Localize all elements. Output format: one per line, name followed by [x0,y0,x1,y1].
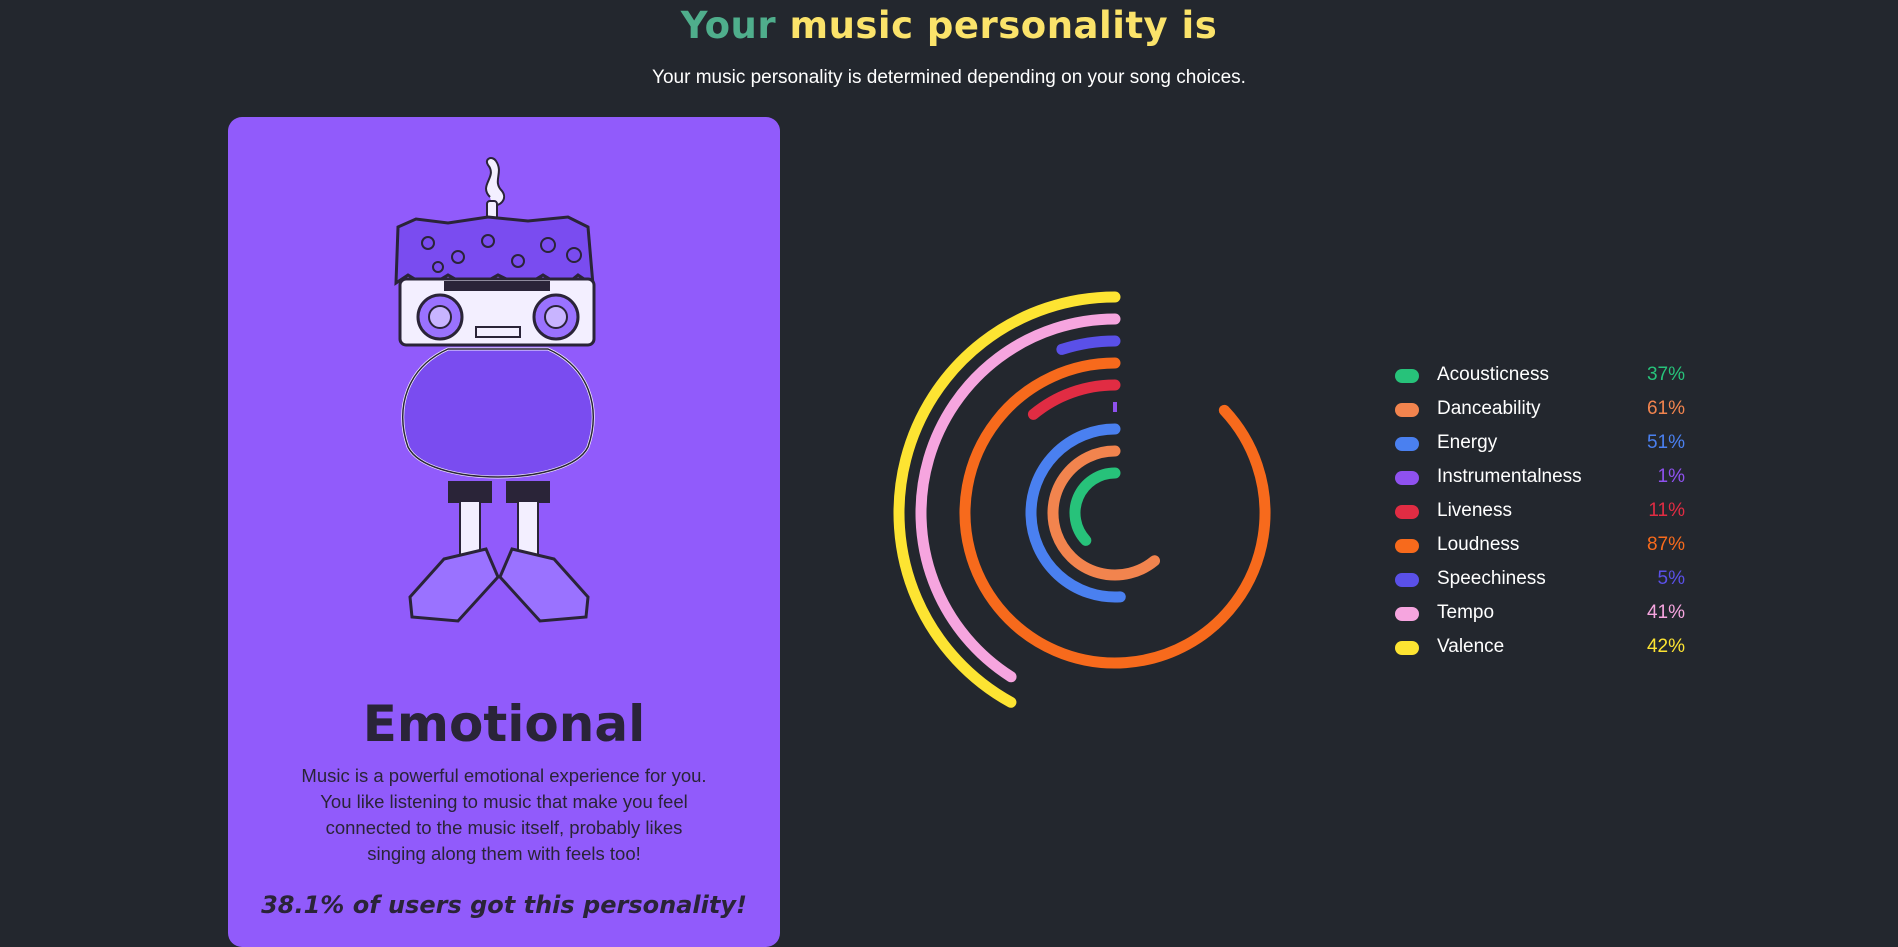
legend-label: Acousticness [1437,364,1549,385]
legend-label: Liveness [1437,500,1512,521]
chart-legend: Acousticness 37% Danceability 61% Energy 51% I… [1395,360,1685,666]
chart-bar-acousticness [1069,467,1121,546]
legend-value: 41% [1646,602,1685,623]
legend-value: 51% [1646,432,1685,453]
legend-label: Loudness [1437,534,1520,555]
legend-swatch [1395,539,1419,553]
legend-label: Energy [1437,432,1498,453]
personality-stat: 38.1% of users got this personality! [261,891,747,919]
legend-item: Danceability 61% [1395,394,1685,428]
legend-swatch [1395,573,1419,587]
legend-value: 87% [1646,534,1685,555]
legend-item: Acousticness 37% [1395,360,1685,394]
legend-swatch [1395,505,1419,519]
legend-swatch [1395,403,1419,417]
legend-item: Liveness 11% [1395,496,1685,530]
legend-value: 11% [1648,500,1685,521]
page-title: Your music personality is [0,4,1898,47]
page-subtitle: Your music personality is determined dep… [652,67,1246,88]
personality-description: Music is a powerful emotional experience… [301,765,707,864]
legend-label: Instrumentalness [1437,466,1582,487]
page-title-part1: Your [680,4,777,47]
legend-label: Speechiness [1437,568,1546,589]
chart-bar-liveness [1027,379,1121,420]
legend-label: Tempo [1437,602,1495,623]
page-title-part2: music personality is [789,4,1218,47]
legend-swatch [1395,471,1419,485]
legend-item: Valence 42% [1395,632,1685,666]
personality-title: Emotional [362,695,646,753]
legend-swatch [1395,607,1419,621]
legend-item: Energy 51% [1395,428,1685,462]
legend-value: 42% [1646,636,1685,657]
legend-item: Speechiness 5% [1395,564,1685,598]
legend-swatch [1395,437,1419,451]
legend-value: 61% [1646,398,1685,419]
legend-swatch [1395,369,1419,383]
legend-swatch [1395,641,1419,655]
legend-item: Instrumentalness 1% [1395,462,1685,496]
chart-bar-speechiness [1056,335,1121,355]
legend-item: Loudness 87% [1395,530,1685,564]
legend-value: 5% [1657,568,1685,589]
personality-card: Emotional Music is a powerful emotional … [228,117,780,947]
legend-value: 1% [1657,466,1685,487]
personality-mascot-illustration [394,157,596,623]
radial-bar-chart [893,291,1271,708]
legend-label: Valence [1437,636,1505,657]
legend-item: Tempo 41% [1395,598,1685,632]
legend-value: 37% [1646,364,1685,385]
legend-label: Danceability [1437,398,1541,419]
